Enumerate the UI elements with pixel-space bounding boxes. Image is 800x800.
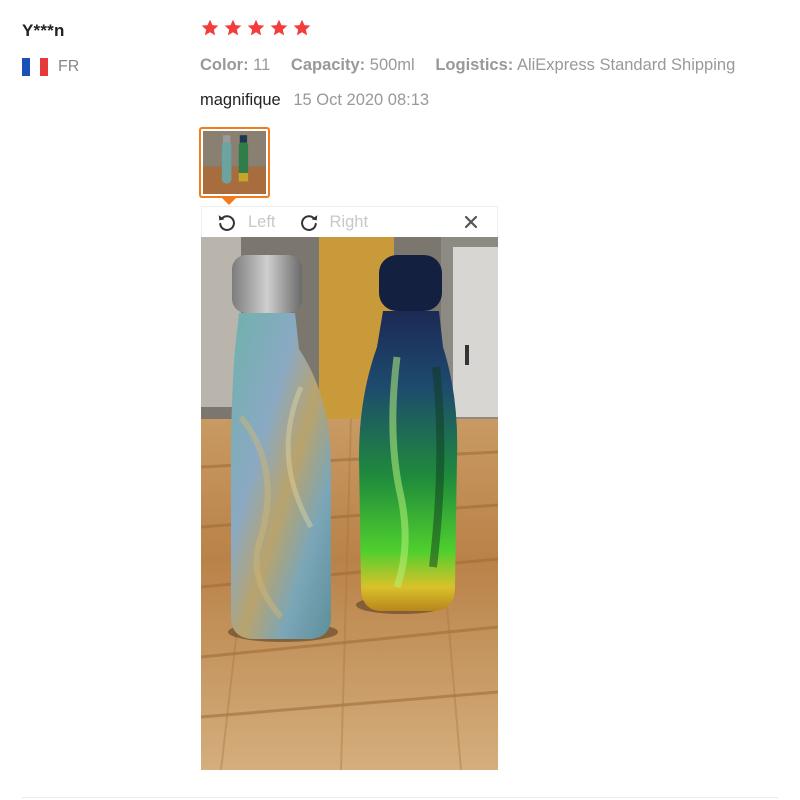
review-date: 15 Oct 2020 08:13	[293, 91, 430, 109]
reviewer-name: Y***n	[22, 21, 65, 40]
reviewer-country: FR	[22, 58, 79, 76]
sku-capacity-label: Capacity:	[290, 56, 366, 74]
review-text: magnifique	[200, 91, 281, 109]
sku-logistics-value: AliExpress Standard Shipping	[516, 56, 736, 74]
flag-fr-icon	[22, 58, 50, 76]
rotate-right-icon	[300, 215, 317, 231]
sku-color-value: 11	[253, 56, 271, 74]
sku-capacity-value: 500ml	[369, 56, 415, 74]
rotate-right-label: Right	[329, 212, 369, 231]
rating-stars	[200, 18, 312, 38]
country-code: FR	[58, 58, 80, 75]
sku-color-label: Color:	[200, 56, 249, 74]
sku-capacity: Capacity: 500ml	[291, 56, 415, 74]
star-icon	[270, 19, 288, 36]
review-photo-large	[201, 237, 498, 770]
sku-logistics-label: Logistics:	[435, 56, 514, 74]
star-icon	[247, 19, 265, 36]
star-icon	[224, 19, 242, 36]
sku-color: Color: 11	[200, 56, 270, 74]
rotate-right-button[interactable]: Right	[298, 211, 369, 233]
sku-logistics: Logistics: AliExpress Standard Shipping	[435, 56, 735, 74]
close-icon[interactable]	[463, 214, 479, 230]
review-sku-info: Color: 11 Capacity: 500ml Logistics: Ali…	[200, 56, 751, 75]
review-photo-image	[201, 237, 498, 770]
thumbnail-image	[203, 131, 266, 194]
review-photo-thumbnail[interactable]	[199, 127, 270, 198]
review-divider	[22, 797, 778, 798]
star-icon	[293, 19, 311, 36]
rotate-left-icon	[218, 215, 235, 231]
star-icon	[201, 19, 219, 36]
rotate-left-label: Left	[248, 212, 276, 231]
rotate-left-button[interactable]: Left	[216, 211, 276, 233]
photo-viewer-toolbar: Left Right	[201, 206, 498, 237]
thumbnail-caret	[222, 198, 236, 205]
review-content: magnifique 15 Oct 2020 08:13	[200, 91, 429, 110]
